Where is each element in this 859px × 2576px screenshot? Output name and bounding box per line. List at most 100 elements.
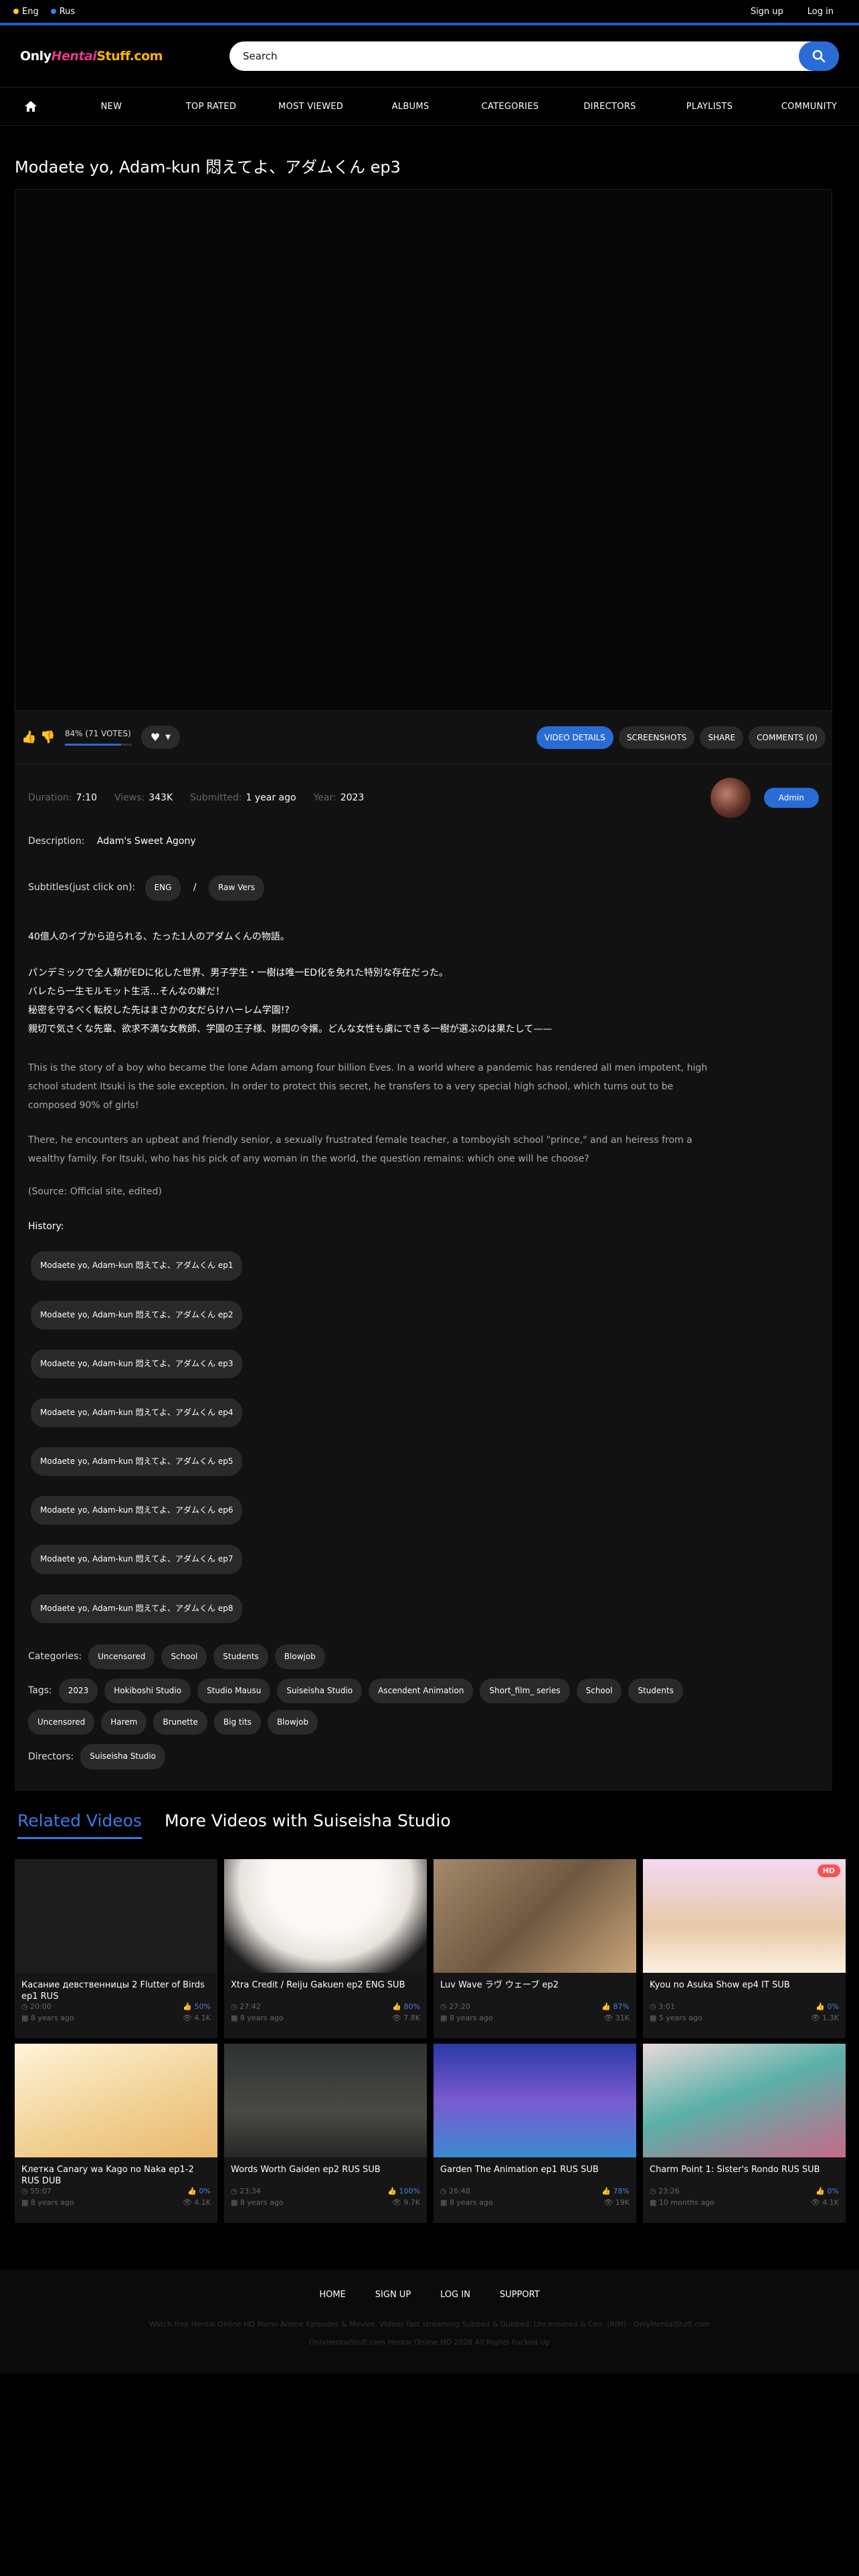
video-card-stats-2: ▦ 8 years ago 👁 9.7K [224, 2197, 427, 2208]
subtitle-eng-button[interactable]: ENG [145, 875, 181, 901]
site-logo[interactable]: OnlyHentaiStuff.com [20, 49, 163, 64]
video-thumbnail[interactable] [15, 1858, 217, 1973]
search-button[interactable] [799, 41, 839, 71]
tag-2023[interactable]: 2023 [58, 1679, 98, 1704]
video-thumbnail[interactable] [224, 2043, 427, 2157]
video-card-title[interactable]: Words Worth Gaiden ep2 RUS SUB [224, 2157, 427, 2185]
category-blowjob[interactable]: Blowjob [274, 1644, 325, 1670]
history-item-ep6[interactable]: Modaete yo, Adam-kun 悶えてよ、アダムくん ep6 [31, 1496, 243, 1525]
tag-school[interactable]: School [576, 1679, 622, 1704]
video-thumbnail[interactable] [15, 2043, 217, 2157]
director-suiseisha-studio[interactable]: Suiseisha Studio [80, 1744, 166, 1769]
year-meta: Year: 2023 [314, 792, 365, 803]
history-item-ep8[interactable]: Modaete yo, Adam-kun 悶えてよ、アダムくん ep8 [31, 1594, 243, 1623]
video-card[interactable]: Words Worth Gaiden ep2 RUS SUB ◷ 23:34 👍 … [224, 2043, 427, 2223]
thumbs-up-icon[interactable]: 👍 [21, 730, 36, 744]
tag-blowjob[interactable]: Blowjob [267, 1710, 318, 1735]
card-duration: 23:34 [240, 2186, 261, 2195]
video-card[interactable]: Xtra Credit / Reiju Gakuen ep2 ENG SUB ◷… [224, 1858, 427, 2038]
tag-students[interactable]: Students [628, 1679, 683, 1704]
rating-info: 👍 0% [187, 2186, 211, 2195]
card-views: 9.7K [403, 2197, 420, 2207]
video-card-title[interactable]: Касание девственницы 2 Flutter of Birds … [15, 1973, 217, 2002]
duration-info: ◷ 27:20 [440, 2002, 470, 2011]
history-item-ep7[interactable]: Modaete yo, Adam-kun 悶えてよ、アダムくん ep7 [31, 1545, 243, 1574]
rating-info: 👍 0% [816, 2002, 839, 2011]
video-card[interactable]: Касание девственницы 2 Flutter of Birds … [15, 1858, 217, 2038]
category-students[interactable]: Students [213, 1644, 268, 1670]
tag-uncensored[interactable]: Uncensored [28, 1710, 95, 1735]
avatar[interactable] [710, 778, 751, 818]
video-thumbnail[interactable] [434, 2043, 636, 2157]
tag-short-film-series[interactable]: Short_film_ series [480, 1679, 570, 1704]
video-thumbnail[interactable]: HD [643, 1858, 846, 1973]
video-card[interactable]: Garden The Animation ep1 RUS SUB ◷ 26:48… [434, 2043, 636, 2223]
tab-related-videos[interactable]: Related Videos [17, 1811, 142, 1839]
nav-directors[interactable]: DIRECTORS [560, 102, 660, 112]
category-school[interactable]: School [161, 1644, 207, 1670]
video-card-title[interactable]: Клетка Canary wa Kago no Naka ep1-2 RUS … [15, 2157, 217, 2186]
tab-share[interactable]: SHARE [700, 726, 744, 749]
video-player[interactable] [15, 189, 832, 711]
thumbs-down-icon[interactable]: 👎 [40, 730, 55, 744]
tag-hokiboshi-studio[interactable]: Hokiboshi Studio [104, 1679, 191, 1704]
logo-part-1: Only [20, 49, 52, 64]
sign-up-link[interactable]: Sign up [751, 7, 783, 17]
video-card-stats-1: ◷ 23:26 👍 0% [643, 2185, 846, 2197]
history-item-ep4[interactable]: Modaete yo, Adam-kun 悶えてよ、アダムくん ep4 [31, 1398, 243, 1428]
video-thumbnail[interactable] [643, 2043, 846, 2157]
tab-comments[interactable]: COMMENTS (0) [749, 726, 826, 749]
footer-support-link[interactable]: SUPPORT [500, 2290, 540, 2300]
video-card[interactable]: Luv Wave ラヴ ウェーブ ep2 ◷ 27:20 👍 87% ▦ 8 ye… [434, 1858, 636, 2038]
history-item-ep2[interactable]: Modaete yo, Adam-kun 悶えてよ、アダムくん ep2 [31, 1300, 243, 1329]
footer-home-link[interactable]: HOME [319, 2290, 345, 2300]
tag-brunette[interactable]: Brunette [153, 1710, 207, 1735]
video-card-title[interactable]: Charm Point 1: Sister's Rondo RUS SUB [643, 2157, 846, 2185]
lang-rus[interactable]: Rus [50, 7, 75, 17]
search-icon [812, 49, 826, 63]
video-card-title[interactable]: Garden The Animation ep1 RUS SUB [434, 2157, 636, 2185]
tab-video-details[interactable]: VIDEO DETAILS [536, 726, 613, 749]
nav-albums[interactable]: ALBUMS [361, 102, 460, 112]
history-item-ep5[interactable]: Modaete yo, Adam-kun 悶えてよ、アダムくん ep5 [31, 1447, 243, 1477]
auth-links: Sign up Log in [751, 7, 846, 17]
flag-rus-icon [50, 9, 56, 14]
video-card-title[interactable]: Luv Wave ラヴ ウェーブ ep2 [434, 1973, 636, 2001]
video-card[interactable]: HD Kyou no Asuka Show ep4 IT SUB ◷ 3:01 👍… [643, 1858, 846, 2038]
tag-studio-mausu[interactable]: Studio Mausu [197, 1679, 271, 1704]
uploader-button[interactable]: Admin [763, 788, 819, 808]
category-uncensored[interactable]: Uncensored [88, 1644, 155, 1670]
tab-screenshots[interactable]: SCREENSHOTS [618, 726, 695, 749]
lang-eng[interactable]: Eng [13, 7, 39, 17]
video-thumbnail[interactable] [434, 1858, 636, 1973]
tag-harem[interactable]: Harem [101, 1710, 147, 1735]
nav-home[interactable] [0, 99, 62, 114]
tab-more-videos[interactable]: More Videos with Suiseisha Studio [165, 1811, 451, 1839]
history-item-ep3[interactable]: Modaete yo, Adam-kun 悶えてよ、アダムくん ep3 [31, 1349, 243, 1378]
footer-login-link[interactable]: LOG IN [440, 2290, 470, 2300]
video-card[interactable]: Клетка Canary wa Kago no Naka ep1-2 RUS … [15, 2043, 217, 2223]
log-in-link[interactable]: Log in [807, 7, 834, 17]
history-item-ep1[interactable]: Modaete yo, Adam-kun 悶えてよ、アダムくん ep1 [31, 1251, 243, 1281]
nav-new[interactable]: NEW [62, 102, 161, 112]
tag-suiseisha-studio[interactable]: Suiseisha Studio [277, 1679, 363, 1704]
tag-big-tits[interactable]: Big tits [213, 1710, 261, 1735]
views-info: 👁 9.7K [391, 2197, 420, 2207]
video-card[interactable]: Charm Point 1: Sister's Rondo RUS SUB ◷ … [643, 2043, 846, 2223]
duration-value: 7:10 [76, 792, 97, 803]
nav-community[interactable]: COMMUNITY [759, 102, 859, 112]
nav-categories[interactable]: CATEGORIES [460, 102, 560, 112]
nav-most-viewed[interactable]: MOST VIEWED [261, 102, 361, 112]
card-rating: 50% [194, 2002, 211, 2011]
video-card-title[interactable]: Kyou no Asuka Show ep4 IT SUB [643, 1973, 846, 2001]
search-input[interactable]: Search [229, 41, 839, 71]
tag-ascendent-animation[interactable]: Ascendent Animation [369, 1679, 474, 1704]
video-card-title[interactable]: Xtra Credit / Reiju Gakuen ep2 ENG SUB [224, 1973, 427, 2001]
footer-signup-link[interactable]: SIGN UP [375, 2290, 411, 2300]
subtitle-raw-button[interactable]: Raw Vers [209, 875, 264, 901]
favorite-button[interactable]: ♥ ▼ [140, 726, 180, 749]
language-switcher: Eng Rus [13, 7, 75, 17]
nav-playlists[interactable]: PLAYLISTS [660, 102, 759, 112]
nav-top-rated[interactable]: TOP RATED [161, 102, 261, 112]
video-thumbnail[interactable] [224, 1858, 427, 1973]
